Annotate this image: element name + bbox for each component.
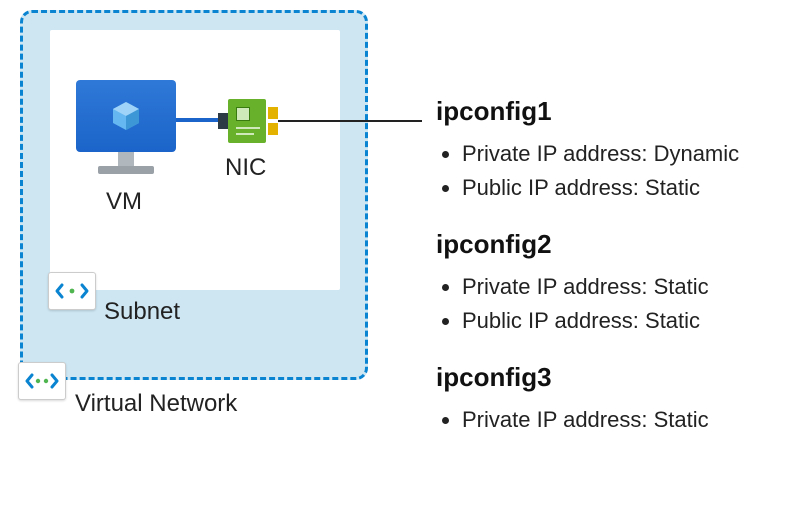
diagram-canvas: Virtual Network Subnet VM N — [0, 0, 807, 522]
list-item: Private IP address: Static — [462, 403, 796, 437]
ipconfig1-title: ipconfig1 — [436, 96, 796, 127]
list-item: Public IP address: Static — [462, 171, 796, 205]
connector-vm-nic — [176, 118, 222, 122]
subnet-label: Subnet — [104, 298, 180, 326]
ipconfig-panel: ipconfig1 Private IP address: Dynamic Pu… — [436, 96, 796, 443]
ipconfig2-list: Private IP address: Static Public IP add… — [436, 270, 796, 338]
vnet-icon — [18, 362, 66, 400]
ipconfig3-title: ipconfig3 — [436, 362, 796, 393]
ipconfig3-list: Private IP address: Static — [436, 403, 796, 437]
list-item: Public IP address: Static — [462, 304, 796, 338]
list-item: Private IP address: Static — [462, 270, 796, 304]
list-item: Private IP address: Dynamic — [462, 137, 796, 171]
virtual-network-label: Virtual Network — [75, 390, 237, 418]
nic-label: NIC — [225, 154, 266, 182]
nic-icon — [222, 99, 272, 143]
ipconfig2-title: ipconfig2 — [436, 229, 796, 260]
vm-label: VM — [106, 188, 142, 216]
ipconfig1-list: Private IP address: Dynamic Public IP ad… — [436, 137, 796, 205]
subnet-icon — [48, 272, 96, 310]
connector-nic-ipconfig — [278, 120, 422, 122]
vm-icon — [76, 80, 176, 174]
